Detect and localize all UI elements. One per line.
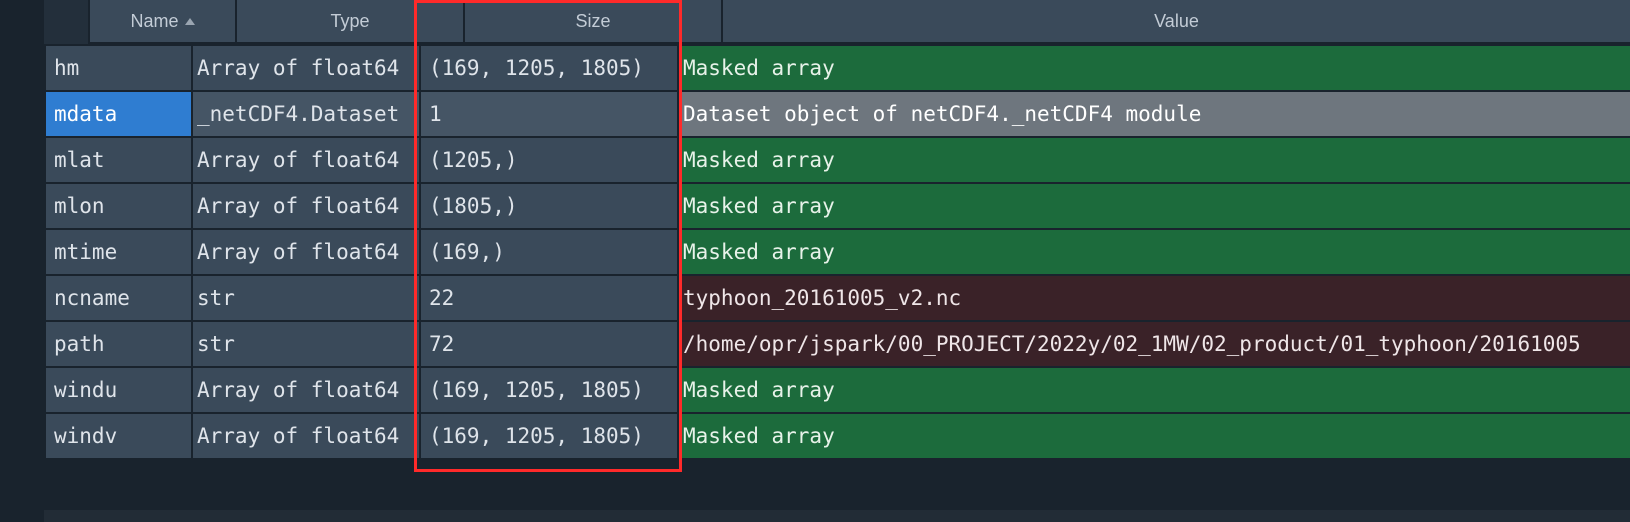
cell-type[interactable]: str xyxy=(193,274,421,320)
cell-value[interactable]: /home/opr/jspark/00_PROJECT/2022y/02_1MW… xyxy=(679,320,1630,366)
cell-name[interactable]: windv xyxy=(44,412,193,458)
header-type[interactable]: Type xyxy=(237,0,465,44)
row-gutter xyxy=(0,320,44,366)
cell-value[interactable]: Dataset object of netCDF4._netCDF4 modul… xyxy=(679,90,1630,136)
cell-type[interactable]: _netCDF4.Dataset xyxy=(193,90,421,136)
header-name-label: Name xyxy=(130,11,178,32)
cell-name[interactable]: hm xyxy=(44,44,193,90)
cell-name[interactable]: mdata xyxy=(44,90,193,136)
cell-name[interactable]: mlat xyxy=(44,136,193,182)
table-row[interactable]: windvArray of float64(169, 1205, 1805)Ma… xyxy=(0,412,1630,458)
cell-value[interactable]: Masked array xyxy=(679,366,1630,412)
table-row[interactable]: ncnamestr22typhoon_20161005_v2.nc xyxy=(0,274,1630,320)
header-size-label: Size xyxy=(575,11,610,32)
variable-explorer: Name Type Size Value hmArray of float64(… xyxy=(0,0,1630,522)
cell-name[interactable]: path xyxy=(44,320,193,366)
table-row[interactable]: pathstr72/home/opr/jspark/00_PROJECT/202… xyxy=(0,320,1630,366)
cell-value[interactable]: Masked array xyxy=(679,182,1630,228)
cell-size[interactable]: (1805,) xyxy=(421,182,679,228)
row-gutter xyxy=(0,366,44,412)
table-header: Name Type Size Value xyxy=(0,0,1630,44)
row-gutter xyxy=(0,412,44,458)
row-gutter xyxy=(0,182,44,228)
cell-type[interactable]: Array of float64 xyxy=(193,136,421,182)
cell-size[interactable]: (169, 1205, 1805) xyxy=(421,366,679,412)
header-value-label: Value xyxy=(1154,11,1199,32)
cell-type[interactable]: str xyxy=(193,320,421,366)
row-gutter xyxy=(0,228,44,274)
table-row[interactable]: mdata_netCDF4.Dataset1Dataset object of … xyxy=(0,90,1630,136)
cell-size[interactable]: (1205,) xyxy=(421,136,679,182)
cell-name[interactable]: mlon xyxy=(44,182,193,228)
cell-size[interactable]: 1 xyxy=(421,90,679,136)
table-row[interactable]: hmArray of float64(169, 1205, 1805)Maske… xyxy=(0,44,1630,90)
row-gutter xyxy=(0,136,44,182)
horizontal-scrollbar[interactable] xyxy=(44,510,1630,522)
table-row[interactable]: mlonArray of float64(1805,)Masked array xyxy=(0,182,1630,228)
cell-size[interactable]: 72 xyxy=(421,320,679,366)
cell-type[interactable]: Array of float64 xyxy=(193,182,421,228)
cell-value[interactable]: Masked array xyxy=(679,44,1630,90)
row-gutter xyxy=(0,90,44,136)
table-row[interactable]: mlatArray of float64(1205,)Masked array xyxy=(0,136,1630,182)
cell-type[interactable]: Array of float64 xyxy=(193,412,421,458)
header-type-label: Type xyxy=(330,11,369,32)
cell-type[interactable]: Array of float64 xyxy=(193,366,421,412)
cell-size[interactable]: (169,) xyxy=(421,228,679,274)
cell-size[interactable]: (169, 1205, 1805) xyxy=(421,44,679,90)
cell-type[interactable]: Array of float64 xyxy=(193,44,421,90)
cell-value[interactable]: Masked array xyxy=(679,228,1630,274)
cell-name[interactable]: mtime xyxy=(44,228,193,274)
cell-size[interactable]: (169, 1205, 1805) xyxy=(421,412,679,458)
header-name[interactable]: Name xyxy=(88,0,237,44)
table-body: hmArray of float64(169, 1205, 1805)Maske… xyxy=(0,44,1630,458)
sort-asc-icon xyxy=(185,18,195,25)
header-size[interactable]: Size xyxy=(465,0,723,44)
header-value[interactable]: Value xyxy=(723,0,1630,44)
row-gutter xyxy=(0,44,44,90)
cell-type[interactable]: Array of float64 xyxy=(193,228,421,274)
header-gutter xyxy=(0,0,44,44)
cell-name[interactable]: ncname xyxy=(44,274,193,320)
cell-value[interactable]: typhoon_20161005_v2.nc xyxy=(679,274,1630,320)
row-gutter xyxy=(0,274,44,320)
table-row[interactable]: mtimeArray of float64(169,)Masked array xyxy=(0,228,1630,274)
cell-size[interactable]: 22 xyxy=(421,274,679,320)
table-row[interactable]: winduArray of float64(169, 1205, 1805)Ma… xyxy=(0,366,1630,412)
cell-name[interactable]: windu xyxy=(44,366,193,412)
cell-value[interactable]: Masked array xyxy=(679,412,1630,458)
cell-value[interactable]: Masked array xyxy=(679,136,1630,182)
